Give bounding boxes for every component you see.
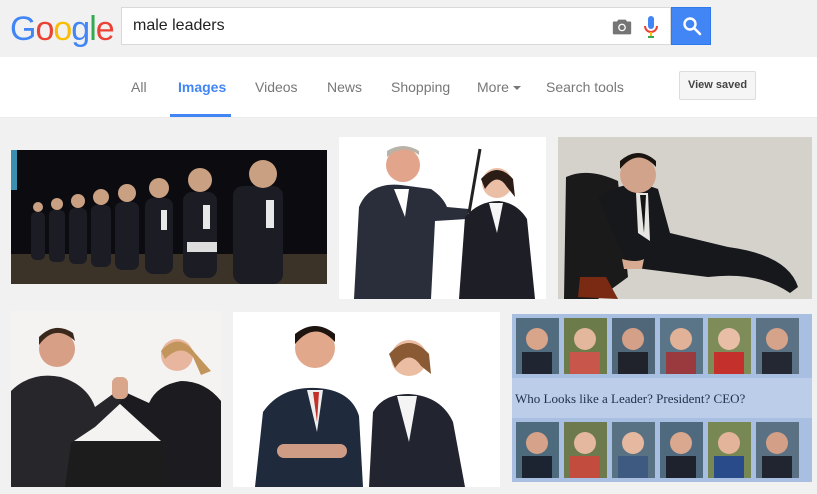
tab-news[interactable]: News xyxy=(327,79,362,95)
active-tab-indicator xyxy=(170,114,231,117)
search-icon xyxy=(683,17,702,36)
dropdown-arrow-icon xyxy=(512,86,521,91)
search-tabs-bar: All Images Videos News Shopping More Sea… xyxy=(0,57,817,118)
image-result-5[interactable] xyxy=(233,312,500,487)
tab-more[interactable]: More xyxy=(477,79,521,95)
search-input[interactable] xyxy=(133,8,603,44)
image-business-pair xyxy=(233,312,500,487)
view-saved-button[interactable]: View saved xyxy=(679,71,756,100)
microphone-icon[interactable] xyxy=(643,15,659,39)
tab-all[interactable]: All xyxy=(131,79,147,95)
search-button[interactable] xyxy=(671,7,711,45)
camera-icon[interactable] xyxy=(611,16,633,38)
image-arm-wrestling xyxy=(11,311,221,487)
image-result-2[interactable] xyxy=(339,137,546,299)
image-result-4[interactable] xyxy=(11,311,221,487)
image-man-in-chair xyxy=(558,137,812,299)
image-result-3[interactable] xyxy=(558,137,812,299)
tab-images[interactable]: Images xyxy=(178,79,226,95)
search-tools[interactable]: Search tools xyxy=(546,79,624,95)
image-panel-discussion xyxy=(11,150,327,284)
image-leader-composite: Who Looks like a Leader? President? CEO? xyxy=(512,314,812,482)
top-bar: Google xyxy=(0,0,817,58)
tab-videos[interactable]: Videos xyxy=(255,79,298,95)
tab-more-label: More xyxy=(477,79,509,95)
tab-shopping[interactable]: Shopping xyxy=(391,79,450,95)
composite-caption: Who Looks like a Leader? President? CEO? xyxy=(515,391,746,406)
image-result-6[interactable]: Who Looks like a Leader? President? CEO? xyxy=(512,314,812,482)
image-result-1[interactable] xyxy=(11,150,327,284)
image-boss-yelling xyxy=(339,137,546,299)
google-logo[interactable]: Google xyxy=(10,9,115,49)
search-box[interactable] xyxy=(121,7,671,45)
